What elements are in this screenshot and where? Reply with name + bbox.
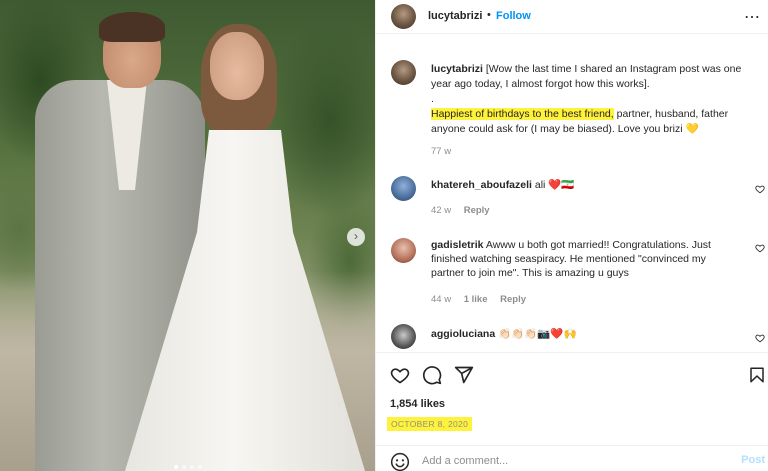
author-avatar[interactable] (391, 4, 416, 29)
caption-text: lucytabrizi [Wow the last time I shared … (431, 62, 761, 137)
commenter-username[interactable]: gadisletrik (431, 239, 484, 251)
carousel-dot (181, 465, 186, 469)
caption-username[interactable]: lucytabrizi (431, 63, 483, 75)
comment-body: khatereh_aboufazeli ali ❤️🇮🇷 (431, 178, 741, 192)
commenter-username[interactable]: aggioluciana (431, 328, 495, 340)
reply-button[interactable]: Reply (464, 205, 490, 216)
commenter-username[interactable]: khatereh_aboufazeli (431, 179, 532, 191)
header-separator: • (487, 9, 491, 21)
post-photo[interactable]: › (0, 0, 375, 471)
comment-meta: 44 w 1 like Reply (431, 294, 536, 305)
carousel-dots (0, 465, 375, 469)
comment-input[interactable] (422, 453, 702, 469)
post-header: lucytabrizi • Follow ⋯ (376, 0, 768, 34)
post-comment-button[interactable]: Post (741, 454, 765, 466)
like-count[interactable]: 1,854 likes (390, 398, 445, 410)
carousel-dot-active (173, 465, 178, 469)
yellow-heart-emoji: 💛 (685, 123, 699, 135)
comment-time[interactable]: 42 w (431, 205, 451, 216)
share-paper-plane-icon[interactable] (454, 365, 474, 385)
follow-button[interactable]: Follow (496, 10, 531, 22)
post-side-panel: lucytabrizi • Follow ⋯ lucytabrizi [Wow … (375, 0, 768, 471)
like-comment-icon[interactable] (755, 333, 765, 343)
comment-bubble-icon[interactable] (422, 365, 442, 385)
like-comment-icon[interactable] (755, 243, 765, 253)
comment-body: gadisletrik Awww u both got married!! Co… (431, 238, 741, 280)
comment-meta: 42 w Reply (431, 205, 500, 216)
post-date[interactable]: OCTOBER 8, 2020 (387, 417, 473, 431)
commenter-avatar[interactable] (391, 238, 416, 263)
comment-body: aggioluciana 👏🏻👏🏻👏🏻📷❤️🙌 (431, 327, 741, 341)
caption-highlight: Happiest of birthdays to the best friend… (431, 108, 614, 120)
caption-period: . (431, 93, 434, 105)
comment-time[interactable]: 44 w (431, 294, 451, 305)
like-heart-icon[interactable] (390, 365, 410, 385)
carousel-dot (189, 465, 194, 469)
caption-avatar[interactable] (391, 60, 416, 85)
carousel-next-icon[interactable]: › (347, 228, 365, 246)
post-actions: 1,854 likes OCTOBER 8, 2020 Post (376, 352, 768, 471)
caption-time[interactable]: 77 w (431, 146, 451, 157)
comment-text: 👏🏻👏🏻👏🏻📷❤️🙌 (498, 328, 577, 340)
more-options-icon[interactable]: ⋯ (744, 7, 761, 27)
commenter-avatar[interactable] (391, 176, 416, 201)
author-username[interactable]: lucytabrizi (428, 10, 482, 22)
comment-like-count[interactable]: 1 like (464, 294, 488, 305)
bookmark-icon[interactable] (748, 365, 766, 385)
add-comment-bar: Post (376, 445, 768, 471)
like-comment-icon[interactable] (755, 184, 765, 194)
comment-text: ali ❤️🇮🇷 (534, 179, 575, 191)
carousel-dot (197, 465, 202, 469)
reply-button[interactable]: Reply (500, 294, 526, 305)
instagram-post-view: › lucytabrizi • Follow ⋯ lucytabrizi [Wo… (0, 0, 768, 471)
photo-bride (115, 20, 365, 471)
emoji-smile-icon[interactable] (390, 452, 410, 471)
commenter-avatar[interactable] (391, 324, 416, 349)
